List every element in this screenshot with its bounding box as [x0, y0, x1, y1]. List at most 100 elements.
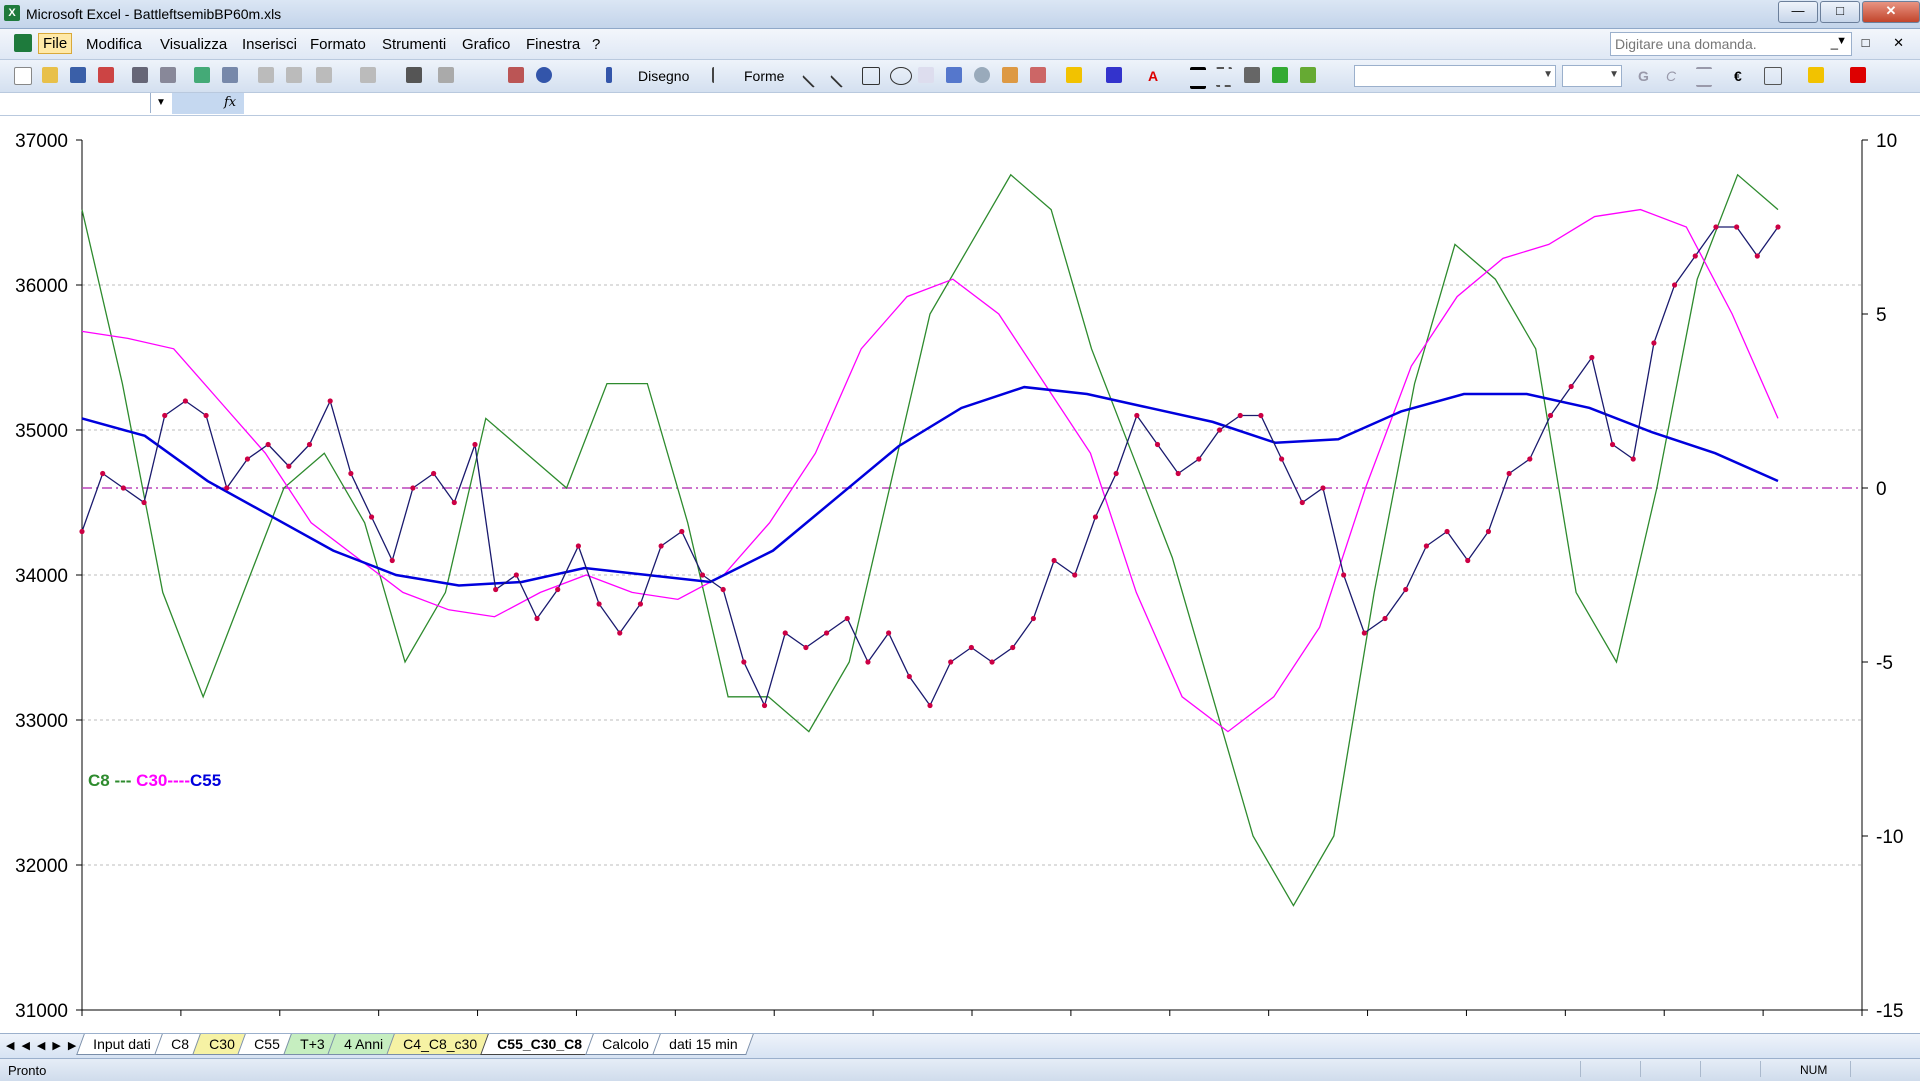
line-style-icon[interactable]: [1190, 67, 1206, 89]
tab-c4-c8-c30[interactable]: C4_C8_c30: [386, 1034, 495, 1055]
price-point: [1320, 485, 1326, 491]
tab-input-dati[interactable]: Input dati: [76, 1034, 168, 1055]
help-search-box[interactable]: Digitare una domanda. ▼: [1610, 32, 1852, 56]
chart-area[interactable]: 31000 32000 33000 34000 35000 36000 37000 -15 -1…: [0, 116, 1920, 1024]
menu-modifica[interactable]: Modifica: [82, 35, 146, 54]
status-cell: [1580, 1061, 1581, 1077]
menu-grafico[interactable]: Grafico: [458, 35, 514, 54]
save-icon[interactable]: [70, 67, 86, 83]
maximize-icon[interactable]: □: [1820, 1, 1860, 23]
excel-doc-icon[interactable]: [14, 34, 32, 52]
euro-button[interactable]: €: [1734, 68, 1742, 84]
dash-style-icon[interactable]: [1216, 67, 1232, 87]
diagram-icon[interactable]: [974, 67, 990, 83]
font-color-icon[interactable]: A: [1148, 68, 1158, 84]
font-name-combo[interactable]: ▼: [1354, 65, 1556, 87]
fill-color-icon-2[interactable]: [1808, 67, 1824, 83]
arrow-style-icon[interactable]: [1244, 67, 1260, 83]
price-point: [1630, 456, 1636, 462]
line-icon[interactable]: [801, 63, 827, 89]
font-color-icon-2[interactable]: [1850, 67, 1866, 83]
menu-file[interactable]: File: [38, 33, 73, 54]
y2-tick-label: 0: [1876, 479, 1887, 500]
fx-icon: fx: [224, 95, 237, 110]
price-point: [1216, 427, 1223, 433]
textbox-icon[interactable]: [918, 67, 934, 83]
clipart-icon[interactable]: [1002, 67, 1018, 83]
status-cell: [1700, 1061, 1701, 1077]
undo-icon[interactable]: [360, 67, 376, 83]
menu-finestra[interactable]: Finestra: [522, 35, 584, 54]
shapes-menu[interactable]: Forme: [744, 68, 784, 84]
select-pointer-icon[interactable]: [712, 67, 730, 83]
price-point: [1010, 644, 1016, 651]
ellipse-icon[interactable]: [890, 67, 912, 85]
cut-icon[interactable]: [258, 67, 274, 83]
hyperlink-icon[interactable]: [406, 67, 422, 83]
chevron-down-icon[interactable]: ▼: [1609, 69, 1619, 80]
arrow-icon[interactable]: [829, 63, 855, 89]
menu-help[interactable]: ?: [588, 35, 604, 54]
y2-tick-label: -5: [1876, 653, 1893, 674]
price-point: [1072, 572, 1078, 578]
menu-strumenti[interactable]: Strumenti: [378, 35, 450, 54]
print-preview-icon[interactable]: [160, 67, 176, 83]
excel-icon[interactable]: X: [4, 5, 20, 21]
3d-icon[interactable]: [1300, 67, 1316, 83]
name-box[interactable]: [0, 93, 151, 113]
tab-c55-c30-c8[interactable]: C55_C30_C8: [480, 1034, 599, 1055]
window-title: Microsoft Excel - BattleftsemibBP60m.xls: [26, 6, 282, 22]
minimize-icon[interactable]: —: [1778, 1, 1818, 23]
paste-icon[interactable]: [316, 67, 332, 83]
borders-icon[interactable]: [1764, 67, 1782, 85]
menu-inserisci[interactable]: Inserisci: [238, 35, 301, 54]
research-icon[interactable]: [222, 67, 238, 83]
price-point: [1734, 224, 1740, 230]
help-icon[interactable]: [536, 67, 552, 83]
price-point: [410, 485, 416, 491]
doc-window-controls[interactable]: _ □ ✕: [1831, 35, 1914, 51]
help-placeholder: Digitare una domanda.: [1615, 36, 1757, 52]
tab-dati-15-min[interactable]: dati 15 min: [652, 1034, 755, 1055]
permission-icon[interactable]: [98, 67, 114, 83]
chart-wizard-icon[interactable]: [508, 67, 524, 83]
price-point: [265, 441, 271, 448]
price-point: [1423, 543, 1429, 549]
price-point: [927, 702, 933, 709]
price-point: [741, 659, 747, 665]
toolbar-options-icon[interactable]: [606, 67, 612, 83]
fill-color-icon[interactable]: [1066, 67, 1082, 83]
picture-icon[interactable]: [1030, 67, 1046, 83]
line-color-icon[interactable]: [1106, 67, 1122, 83]
chevron-down-icon[interactable]: ▼: [1543, 69, 1553, 80]
price-point: [1527, 456, 1533, 462]
y-tick-label: 34000: [15, 566, 68, 587]
align-icon[interactable]: [1696, 67, 1712, 87]
y-tick-label: 32000: [15, 856, 68, 877]
price-point: [1589, 354, 1595, 361]
shadow-icon[interactable]: [1272, 67, 1288, 83]
italic-button[interactable]: C: [1666, 68, 1676, 84]
new-icon[interactable]: [14, 67, 32, 85]
price-point: [1568, 383, 1574, 390]
rectangle-icon[interactable]: [862, 67, 880, 85]
print-icon[interactable]: [132, 67, 148, 83]
autosum-icon[interactable]: [438, 67, 454, 83]
spelling-icon[interactable]: [194, 67, 210, 83]
menu-formato[interactable]: Formato: [306, 35, 370, 54]
chevron-down-icon[interactable]: ▼: [156, 97, 166, 108]
open-icon[interactable]: [42, 67, 58, 83]
line-chart[interactable]: 31000 32000 33000 34000 35000 36000 37000 -15 -1…: [0, 116, 1920, 1024]
menu-visualizza[interactable]: Visualizza: [156, 35, 231, 54]
wordart-icon[interactable]: [946, 67, 962, 83]
price-point: [989, 659, 995, 665]
draw-menu[interactable]: Disegno: [638, 68, 689, 84]
sheet-tabs: Input dati C8 C30 C55 T+3 4 Anni C4_C8_c…: [76, 1034, 755, 1056]
close-icon[interactable]: ✕: [1862, 1, 1920, 23]
price-point: [637, 601, 644, 607]
font-size-combo[interactable]: ▼: [1562, 65, 1622, 87]
copy-icon[interactable]: [286, 67, 302, 83]
bold-button[interactable]: G: [1638, 68, 1649, 84]
fx-button[interactable]: fx: [172, 93, 244, 114]
formula-bar: ▼ fx: [0, 93, 1920, 116]
